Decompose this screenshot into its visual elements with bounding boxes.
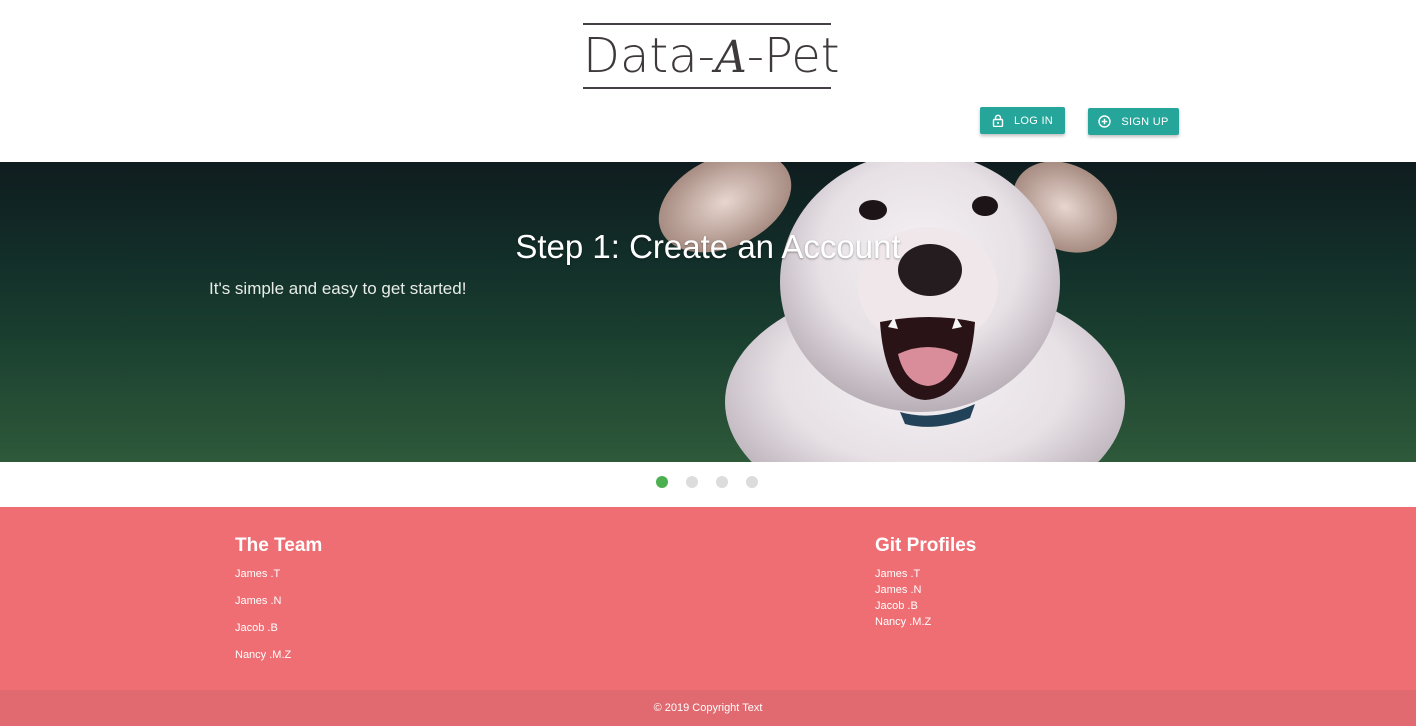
git-profiles-list: James .T James .N Jacob .B Nancy .M.Z [875,567,931,631]
team-member: Jacob .B [235,622,278,634]
carousel-indicators [0,476,1416,488]
lock-icon [992,114,1004,127]
copyright-bar: © 2019 Copyright Text [0,690,1416,726]
git-profile-link[interactable]: Jacob .B [875,599,931,615]
git-profile-link[interactable]: Nancy .M.Z [875,615,931,631]
copyright-text: © 2019 Copyright Text [653,702,763,714]
carousel-dot-3[interactable] [716,476,728,488]
dog-photo [0,162,1416,462]
team-member: James .T [235,568,281,580]
git-profile-link[interactable]: James .N [875,583,931,599]
site-footer: The Team James .T James .N Jacob .B Nanc… [0,507,1416,690]
site-header: Data-A-Pet LOG IN SIGN UP [0,0,1416,162]
signup-label: SIGN UP [1121,115,1169,128]
carousel-dot-1[interactable] [656,476,668,488]
login-button[interactable]: LOG IN [980,107,1065,134]
carousel-dot-4[interactable] [746,476,758,488]
team-member: James .N [235,595,282,607]
carousel-dot-2[interactable] [686,476,698,488]
login-label: LOG IN [1013,114,1054,127]
team-list: James .T James .N Jacob .B Nancy .M.Z [235,567,291,675]
logo-text-right: -Pet [746,28,840,84]
site-logo[interactable]: Data-A-Pet [583,23,840,89]
add-circle-icon [1098,115,1112,128]
team-heading: The Team [235,535,323,556]
slide-subtitle: It's simple and easy to get started! [209,279,467,298]
hero-carousel-slide[interactable]: Step 1: Create an Account It's simple an… [0,162,1416,462]
signup-button[interactable]: SIGN UP [1088,108,1179,135]
team-member: Nancy .M.Z [235,649,292,661]
slide-title: Step 1: Create an Account [515,228,901,265]
logo-text-left: Data- [583,28,715,84]
git-profiles-heading: Git Profiles [875,535,977,556]
git-profile-link[interactable]: James .T [875,567,931,583]
logo-text-middle: A [714,32,747,83]
